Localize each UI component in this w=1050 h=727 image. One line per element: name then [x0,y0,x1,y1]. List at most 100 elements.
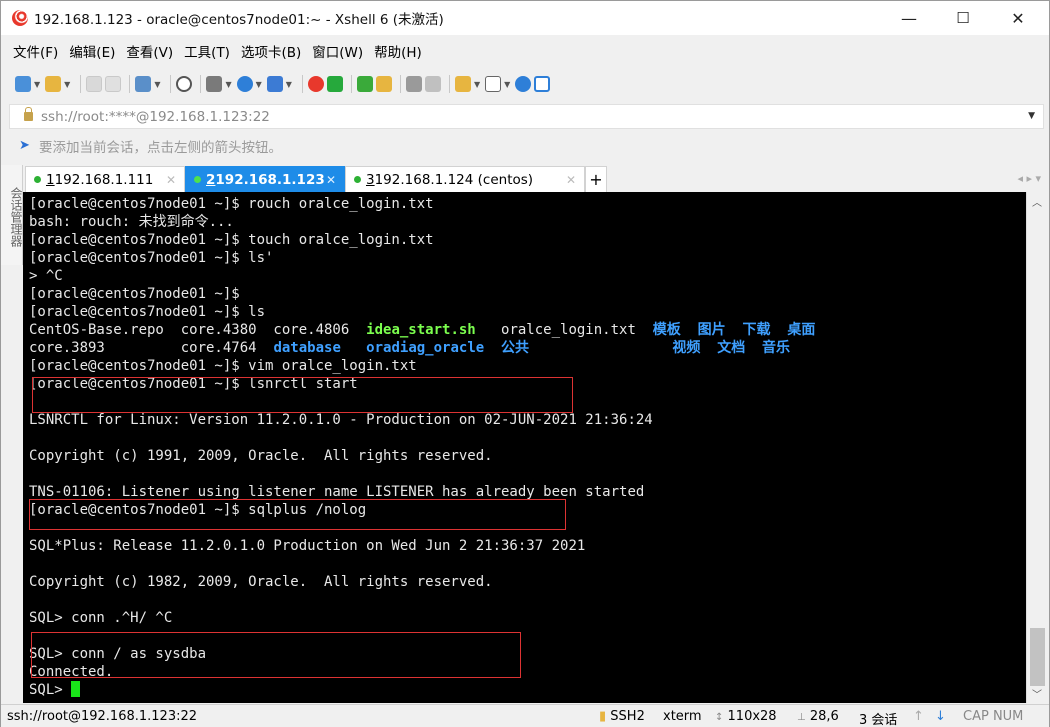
close-icon[interactable]: ✕ [566,173,576,187]
ls-spacer [341,340,366,356]
toolbar-separator [200,75,202,93]
layout-icon[interactable] [485,76,502,92]
status-sessions: 3 会话 [859,713,898,727]
ls-files: CentOS-Base.repo core.4380 core.4806 [29,322,367,338]
tab-bar: 1 192.168.1.111 ✕ 2 192.168.1.123 ✕ 3 19… [25,166,1049,192]
tab-session-1[interactable]: 1 192.168.1.111 ✕ [25,166,185,192]
ls-directories: 视频 文档 音乐 [529,340,791,356]
open-folder-icon[interactable] [45,76,62,92]
toolbar-separator [448,75,450,93]
status-connection: ssh://root@192.168.1.123:22 [7,709,198,724]
chevron-down-icon[interactable]: ▼ [34,80,40,89]
ls-output-row: core.3893 core.4764 database oradiag_ora… [29,339,1026,357]
menu-window[interactable]: 窗口(W) [312,41,363,61]
chevron-down-icon[interactable]: ▼ [474,80,480,89]
status-size-text: 110x28 [727,709,777,724]
terminal-line: SQL*Plus: Release 11.2.0.1.0 Production … [29,538,586,554]
status-size: ↕ 110x28 [715,709,777,724]
close-button[interactable]: ✕ [995,1,1041,35]
address-bar[interactable]: ssh://root:****@192.168.1.123:22 ▼ [9,104,1044,129]
transfer-icon[interactable] [206,76,223,92]
add-tab-button[interactable]: + [585,166,607,192]
minimize-button[interactable]: — [886,1,932,35]
tab-label: 192.168.1.123 [215,171,325,188]
status-bar: ssh://root@192.168.1.123:22 ▮ SSH2 xterm… [1,704,1049,727]
status-term: xterm [663,709,702,724]
vertical-scrollbar[interactable]: ︿ ﹀ [1026,192,1048,703]
menu-help[interactable]: 帮助(H) [374,41,422,61]
status-pos: ⊥ 28,6 [797,709,839,724]
close-icon[interactable]: ✕ [166,173,176,187]
session-manager-panel[interactable]: 会话管理器 [1,165,23,265]
chat-icon[interactable] [534,76,551,92]
chevron-up-icon[interactable]: ︿ [1032,194,1042,209]
terminal-line: [oracle@centos7node01 ~]$ rouch oralce_l… [29,196,434,212]
highlight-box [32,377,573,413]
keyboard-icon[interactable] [405,76,422,92]
arrow-down-icon[interactable]: ↓ [935,709,946,724]
chevron-down-icon[interactable]: ▼ [154,80,160,89]
chevron-down-icon[interactable]: ﹀ [1032,686,1042,701]
properties-icon[interactable] [135,76,152,92]
lock-icon: ▮ [599,709,611,724]
xftp-icon[interactable] [326,76,343,92]
chevron-down-icon[interactable]: ▼ [256,80,262,89]
chevron-down-icon[interactable]: ▼ [1028,111,1035,121]
tab-session-3[interactable]: 3 192.168.1.124 (centos) ✕ [345,166,585,192]
terminal-line: LSNRCTL for Linux: Version 11.2.0.1.0 - … [29,412,653,428]
xshell-window: 192.168.1.123 - oracle@centos7node01:~ -… [0,0,1050,727]
chevron-down-icon[interactable]: ▼ [286,80,292,89]
help-icon[interactable] [515,76,532,92]
menu-tabs[interactable]: 选项卡(B) [241,41,301,61]
lock-icon[interactable] [375,76,392,92]
ls-output-row: CentOS-Base.repo core.4380 core.4806 ide… [29,321,1026,339]
globe-icon[interactable] [236,76,253,92]
toolbar-separator [170,75,172,93]
scrollbar-thumb[interactable] [1030,628,1045,686]
compose-icon[interactable] [424,76,441,92]
tab-number: 1 [46,171,55,188]
disconnect-icon[interactable] [105,76,122,92]
terminal[interactable]: [oracle@centos7node01 ~]$ rouch oralce_l… [23,192,1026,703]
script-icon[interactable] [454,76,471,92]
tab-session-2[interactable]: 2 192.168.1.123 ✕ [185,166,345,192]
maximize-button[interactable]: ☐ [940,1,986,35]
connect-icon[interactable] [86,76,103,92]
status-dot-icon [354,176,361,183]
size-icon: ↕ [715,712,724,723]
ls-directory: 公共 [484,340,530,356]
fullscreen-icon[interactable] [356,76,373,92]
xshell-icon[interactable] [307,76,324,92]
menu-tools[interactable]: 工具(T) [184,41,230,61]
terminal-line: [oracle@centos7node01 ~]$ [29,286,240,302]
terminal-line: Copyright (c) 1991, 2009, Oracle. All ri… [29,448,493,464]
toolbar-separator [80,75,82,93]
highlight-box [31,632,521,678]
menu-bar: 文件(F) 编辑(E) 查看(V) 工具(T) 选项卡(B) 窗口(W) 帮助(… [1,39,433,63]
toolbar-separator [350,75,352,93]
menu-view[interactable]: 查看(V) [126,41,173,61]
tab-navigation[interactable]: ◂ ▸ ▾ [1017,172,1041,185]
terminal-prompt-line: SQL> [29,681,1026,699]
hint-bar: ➤ 要添加当前会话，点击左侧的箭头按钮。 [19,137,282,157]
chevron-down-icon[interactable]: ▼ [64,80,70,89]
terminal-line: [oracle@centos7node01 ~]$ ls' [29,250,274,266]
font-icon[interactable] [266,76,283,92]
menu-edit[interactable]: 编辑(E) [69,41,115,61]
xshell-logo-icon [12,10,28,26]
menu-file[interactable]: 文件(F) [13,41,58,61]
terminal-line: SQL> conn .^H/ ^C [29,610,173,626]
arrow-up-icon[interactable]: ↑ [913,709,924,724]
arrow-icon[interactable]: ➤ [19,139,33,153]
chevron-down-icon[interactable]: ▼ [504,80,510,89]
search-icon[interactable] [176,76,193,92]
chevron-down-icon[interactable]: ▼ [225,80,231,89]
status-dot-icon [194,176,201,183]
ls-files: oralce_login.txt [475,322,653,338]
new-session-icon[interactable] [15,76,31,92]
close-icon[interactable]: ✕ [326,173,336,187]
address-text[interactable]: ssh://root:****@192.168.1.123:22 [41,109,270,125]
